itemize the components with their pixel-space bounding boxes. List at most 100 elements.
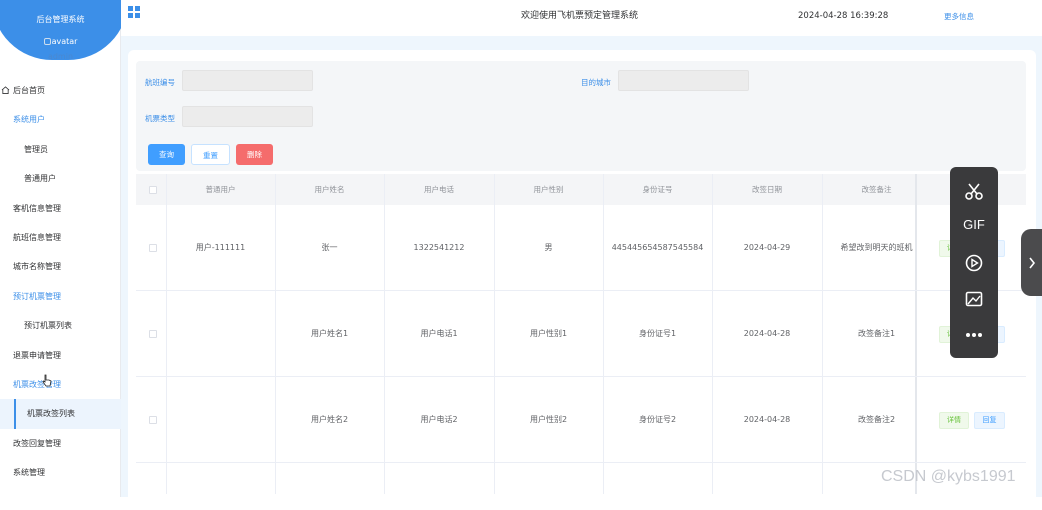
cell-id-number: 身份证号2	[638, 415, 677, 424]
sidebar-item-label: 机票改签管理	[13, 379, 61, 389]
column-header: 普通用户	[205, 185, 236, 194]
cell-id-number: 身份证号1	[638, 329, 677, 338]
mouse-cursor-icon	[42, 374, 52, 387]
cell-note: 希望改到明天的班机	[840, 243, 913, 252]
sidebar-item-aircraft[interactable]: 客机信息管理	[0, 194, 121, 223]
cell-note: 改签备注2	[857, 415, 896, 424]
cell-gender: 用户性别2	[529, 415, 568, 424]
row-checkbox[interactable]	[149, 244, 157, 252]
top-bar: 欢迎使用飞机票预定管理系统 2024-04-28 16:39:28 更多信息	[121, 0, 1042, 36]
sidebar-item-label: 后台首页	[13, 86, 45, 95]
sidebar-item-booking-list[interactable]: 预订机票列表	[0, 311, 121, 340]
cell-id-number: 445445654587545584	[611, 243, 704, 252]
select-all-checkbox[interactable]	[149, 186, 157, 194]
sidebar-item-flights[interactable]: 航班信息管理	[0, 223, 121, 252]
sidebar-item-normal-users[interactable]: 普通用户	[0, 164, 121, 193]
sidebar-item-bookings[interactable]: 预订机票管理	[0, 282, 121, 311]
side-expand-tab[interactable]	[1021, 229, 1042, 296]
grid-menu-icon[interactable]	[128, 6, 140, 18]
column-header: 用户电话	[424, 185, 454, 194]
avatar[interactable]: avatar	[0, 37, 121, 46]
sidebar-item-rebooking[interactable]: 机票改签管理	[0, 370, 121, 399]
scissors-icon[interactable]	[964, 181, 984, 201]
cell-user: 用户-111111	[195, 243, 246, 252]
sidebar-item-label: 改签回复管理	[13, 438, 61, 448]
column-header: 身份证号	[642, 185, 673, 194]
sidebar-item-label: 预订机票管理	[13, 291, 61, 301]
table-row: 用户姓名1 用户电话1 用户性别1 身份证号1 2024-04-28 改签备注1…	[136, 291, 1026, 377]
chevron-right-icon	[1029, 257, 1036, 269]
more-info-link[interactable]: 更多信息	[944, 11, 974, 22]
cell-date: 2024-04-29	[743, 243, 791, 252]
column-header: 用户姓名	[314, 185, 345, 194]
sidebar: 后台管理系统 avatar admin 后台首页 系统用户 管理员 普通用户 客…	[0, 0, 128, 497]
query-button[interactable]: 查询	[148, 144, 185, 165]
cell-name: 用户姓名2	[310, 415, 349, 424]
sidebar-item-label: 航班信息管理	[13, 232, 61, 242]
sidebar-item-label: 预订机票列表	[24, 321, 72, 331]
sidebar-item-home[interactable]: 后台首页	[0, 76, 121, 105]
row-checkbox[interactable]	[149, 416, 157, 424]
rebooking-table: 普通用户 用户姓名 用户电话 用户性别 身份证号 改签日期 改签备注 用户-11…	[136, 174, 1026, 494]
username: admin	[47, 52, 74, 61]
cell-user	[166, 377, 275, 463]
sidebar-item-label: 客机信息管理	[13, 203, 61, 213]
table-row: 用户-111111 张一 1322541212 男 44544565458754…	[136, 205, 1026, 291]
sidebar-item-label: 系统用户	[13, 115, 45, 125]
avatar-alt-text: avatar	[51, 37, 78, 46]
ticket-type-label: 机票类型	[145, 114, 175, 123]
sidebar-item-system-users[interactable]: 系统用户	[0, 105, 121, 134]
sidebar-item-cities[interactable]: 城市名称管理	[0, 252, 121, 281]
brand-header	[0, 0, 128, 60]
detail-button[interactable]: 详情	[939, 412, 969, 429]
flight-no-input[interactable]	[182, 70, 313, 91]
cell-gender: 用户性别1	[529, 329, 568, 338]
cell-name: 用户姓名1	[310, 329, 349, 338]
reset-button[interactable]: 重置	[191, 144, 230, 165]
table-row: 用户姓名2 用户电话2 用户性别2 身份证号2 2024-04-28 改签备注2…	[136, 377, 1026, 463]
cell-phone: 用户电话2	[420, 415, 458, 424]
row-checkbox[interactable]	[149, 330, 157, 338]
main-content: 航班编号 目的城市 机票类型 查询 重置 删除 普通用户 用户姓名 用户电话 用…	[121, 36, 1042, 510]
table-header: 普通用户 用户姓名 用户电话 用户性别 身份证号 改签日期 改签备注	[136, 174, 1026, 205]
column-header: 用户性别	[533, 185, 564, 194]
sidebar-item-admins[interactable]: 管理员	[0, 135, 121, 164]
gif-icon[interactable]: GIF	[950, 217, 998, 232]
floating-toolbar: GIF	[950, 167, 998, 358]
brand-title: 后台管理系统	[36, 15, 85, 24]
sidebar-item-label: 管理员	[24, 144, 48, 154]
cell-phone: 用户电话1	[420, 329, 458, 338]
sidebar-item-label: 系统管理	[13, 468, 45, 478]
sidebar-item-label: 退票申请管理	[13, 350, 61, 360]
watermark: CSDN @kybs1991	[881, 468, 1016, 485]
dest-city-label: 目的城市	[581, 78, 611, 87]
column-header: 改签日期	[752, 185, 782, 194]
sidebar-item-label: 机票改签列表	[27, 409, 75, 419]
sidebar-menu: 后台首页 系统用户 管理员 普通用户 客机信息管理 航班信息管理 城市名称管理 …	[0, 76, 121, 487]
sidebar-item-label: 普通用户	[24, 174, 56, 184]
sidebar-item-rebook-replies[interactable]: 改签回复管理	[0, 429, 121, 458]
sidebar-item-system-settings[interactable]: 系统管理	[0, 458, 121, 487]
more-icon[interactable]	[964, 325, 984, 345]
cell-note: 改签备注1	[857, 329, 896, 338]
sidebar-item-refunds[interactable]: 退票申请管理	[0, 341, 121, 370]
home-icon	[1, 86, 10, 94]
cell-name: 张一	[321, 243, 338, 252]
cell-date: 2024-04-28	[743, 415, 791, 424]
video-icon[interactable]	[964, 253, 984, 273]
current-datetime: 2024-04-28 16:39:28	[798, 11, 889, 21]
image-icon[interactable]	[964, 289, 984, 309]
content-panel: 航班编号 目的城市 机票类型 查询 重置 删除 普通用户 用户姓名 用户电话 用…	[128, 50, 1036, 510]
cell-phone: 1322541212	[413, 243, 465, 252]
reply-button[interactable]: 回复	[974, 412, 1005, 429]
cell-date: 2024-04-28	[743, 329, 791, 338]
delete-button[interactable]: 删除	[236, 144, 273, 165]
flight-no-label: 航班编号	[145, 78, 175, 87]
sidebar-item-label: 城市名称管理	[13, 262, 61, 272]
cell-gender: 男	[544, 243, 553, 252]
dest-city-input[interactable]	[618, 70, 749, 91]
ticket-type-input[interactable]	[182, 106, 313, 127]
sidebar-item-rebooking-list[interactable]: 机票改签列表	[0, 399, 121, 430]
page-title: 欢迎使用飞机票预定管理系统	[521, 11, 639, 21]
cell-user	[166, 291, 275, 377]
